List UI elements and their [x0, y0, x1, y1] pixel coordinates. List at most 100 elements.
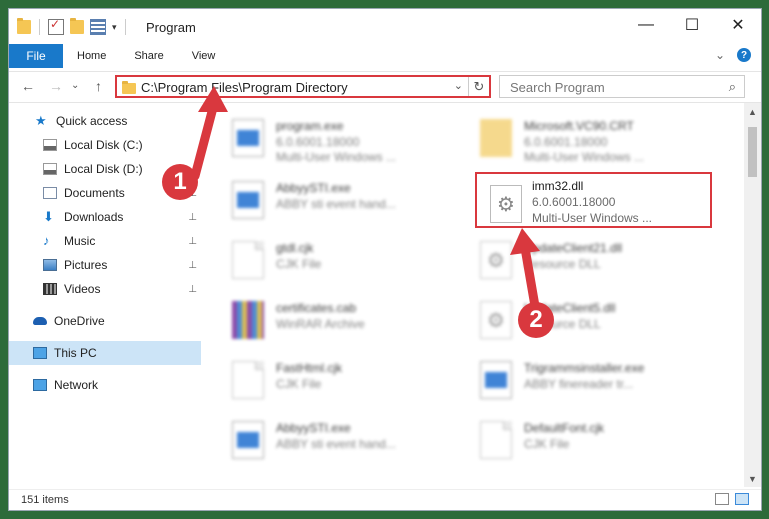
scroll-up-icon[interactable]: ▲: [744, 103, 761, 120]
help-icon[interactable]: ?: [737, 48, 751, 62]
sidebar-item-videos[interactable]: Videos ⊥: [9, 277, 201, 301]
new-folder-icon[interactable]: [70, 18, 84, 34]
list-item[interactable]: FastHtml.cjk CJK File: [212, 353, 452, 405]
pin-icon[interactable]: ⊥: [188, 284, 197, 295]
pin-icon[interactable]: ⊥: [188, 212, 197, 223]
sidebar-item-label: Videos: [64, 282, 101, 296]
item-count: 151 items: [21, 494, 69, 506]
list-item[interactable]: Microsoft.VC90.CRT 6.0.6001.18000 Multi-…: [460, 111, 700, 164]
refresh-icon[interactable]: ↻: [468, 77, 489, 96]
network-icon: [33, 379, 47, 391]
divider: [39, 19, 40, 35]
large-icons-view-icon[interactable]: [735, 493, 749, 505]
sidebar-item-label: Network: [54, 378, 99, 392]
tab-share[interactable]: Share: [120, 50, 177, 62]
sidebar-item-downloads[interactable]: ⬇ Downloads ⊥: [9, 205, 201, 229]
pin-icon[interactable]: ⊥: [188, 260, 197, 271]
file-name: AbbyySTI.exe: [276, 181, 351, 195]
exe-icon: [232, 119, 264, 157]
forward-arrow-icon[interactable]: →: [49, 78, 63, 94]
sidebar-item-label: This PC: [54, 346, 97, 360]
search-box[interactable]: Search Program ⌕: [499, 75, 745, 98]
file-detail: WinRAR Archive: [276, 317, 365, 331]
up-arrow-icon[interactable]: ↑: [95, 78, 102, 94]
folder-icon: [480, 119, 512, 157]
sidebar-item-label: Local Disk (D:): [64, 162, 143, 176]
drive-icon: [43, 139, 57, 151]
document-icon: [480, 421, 512, 459]
file-detail: CJK File: [276, 257, 322, 271]
maximize-button[interactable]: ☐: [669, 9, 715, 41]
pictures-icon: [43, 259, 57, 271]
exe-icon: [232, 181, 264, 219]
list-item[interactable]: Trigrammsinstaller.exe ABBY finereader t…: [460, 353, 700, 405]
tab-home[interactable]: Home: [63, 50, 120, 62]
minimize-button[interactable]: —: [623, 9, 669, 41]
sidebar-item-onedrive[interactable]: OneDrive: [9, 309, 201, 333]
navigation-pane: ★ Quick access Local Disk (C:) Local Dis…: [9, 103, 201, 487]
file-detail: ABBY finereader tr...: [524, 377, 634, 391]
list-item[interactable]: AbbyySTI.exe ABBY sti event hand...: [212, 413, 452, 465]
address-dropdown-chevron-icon[interactable]: ⌄: [454, 79, 463, 92]
list-item[interactable]: DefaultFont.cjk CJK File: [460, 413, 700, 465]
vertical-scrollbar[interactable]: ▲ ▼: [744, 103, 761, 487]
sidebar-item-local-disk-c[interactable]: Local Disk (C:): [9, 133, 201, 157]
view-icon[interactable]: [90, 19, 106, 35]
scrollbar-thumb[interactable]: [748, 127, 757, 177]
sidebar-item-label: Music: [64, 234, 96, 248]
window-controls: — ☐ ✕: [623, 9, 761, 41]
search-icon[interactable]: ⌕: [729, 79, 736, 95]
downloads-icon: ⬇: [43, 209, 54, 224]
details-view-icon[interactable]: [715, 493, 729, 505]
file-detail: 6.0.6001.18000: [524, 135, 608, 149]
ribbon-tabs: File Home Share View ⌄ ?: [9, 44, 761, 68]
archive-icon: [232, 301, 264, 339]
scroll-down-icon[interactable]: ▼: [744, 470, 761, 487]
star-icon: ★: [35, 113, 47, 128]
file-detail: CJK File: [524, 437, 570, 451]
close-button[interactable]: ✕: [715, 9, 761, 41]
list-item[interactable]: program.exe 6.0.6001.18000 Multi-User Wi…: [212, 111, 452, 164]
list-item[interactable]: AbbyySTI.exe ABBY sti event hand...: [212, 173, 452, 225]
status-bar: 151 items: [9, 489, 761, 510]
sidebar-item-quick-access[interactable]: ★ Quick access: [9, 109, 201, 133]
expand-ribbon-chevron-icon[interactable]: ⌄: [715, 48, 725, 62]
back-arrow-icon[interactable]: ←: [21, 78, 35, 94]
tab-view[interactable]: View: [178, 50, 230, 62]
quick-access-toolbar: ▾: [17, 17, 128, 35]
window-title: Program: [146, 20, 196, 35]
list-item[interactable]: ⚙ UpdateClient5.dll Resource DLL: [460, 293, 700, 345]
list-item[interactable]: ⚙ UpdateClient21.dll Resource DLL: [460, 233, 700, 285]
dll-gear-icon: ⚙: [480, 241, 512, 279]
callout-step-1: 1: [162, 164, 198, 200]
document-icon: [232, 361, 264, 399]
folder-icon: [122, 81, 136, 94]
sidebar-item-music[interactable]: ♪ Music ⊥: [9, 229, 201, 253]
view-toggles: [715, 493, 749, 505]
tab-file[interactable]: File: [9, 44, 63, 68]
file-name: Microsoft.VC90.CRT: [524, 119, 634, 133]
music-icon: ♪: [43, 233, 50, 248]
address-path[interactable]: C:\Program Files\Program Directory: [141, 80, 348, 95]
list-item[interactable]: certificates.cab WinRAR Archive: [212, 293, 452, 345]
customize-toolbar-icon[interactable]: ▾: [112, 22, 117, 33]
sidebar-item-network[interactable]: Network: [9, 373, 201, 397]
file-explorer-window: ▾ Program — ☐ ✕ File Home Share View ⌄ ?…: [8, 8, 762, 511]
recent-locations-chevron-icon[interactable]: ⌄: [71, 80, 79, 91]
highlight-box: [475, 172, 712, 228]
file-detail: Multi-User Windows ...: [524, 150, 645, 164]
properties-icon[interactable]: [48, 17, 64, 35]
sidebar-item-pictures[interactable]: Pictures ⊥: [9, 253, 201, 277]
sidebar-item-this-pc[interactable]: This PC: [9, 341, 201, 365]
file-name: DefaultFont.cjk: [524, 421, 605, 435]
drive-icon: [43, 163, 57, 175]
address-bar[interactable]: C:\Program Files\Program Directory ⌄ ↻: [115, 75, 491, 98]
sidebar-item-label: Downloads: [64, 210, 124, 224]
ribbon-right-controls: ⌄ ?: [715, 48, 751, 62]
callout-step-2: 2: [518, 302, 554, 338]
file-name: AbbyySTI.exe: [276, 421, 351, 435]
file-name: certificates.cab: [276, 301, 357, 315]
pin-icon[interactable]: ⊥: [188, 236, 197, 247]
list-item[interactable]: gtdl.cjk CJK File: [212, 233, 452, 285]
exe-icon: [480, 361, 512, 399]
